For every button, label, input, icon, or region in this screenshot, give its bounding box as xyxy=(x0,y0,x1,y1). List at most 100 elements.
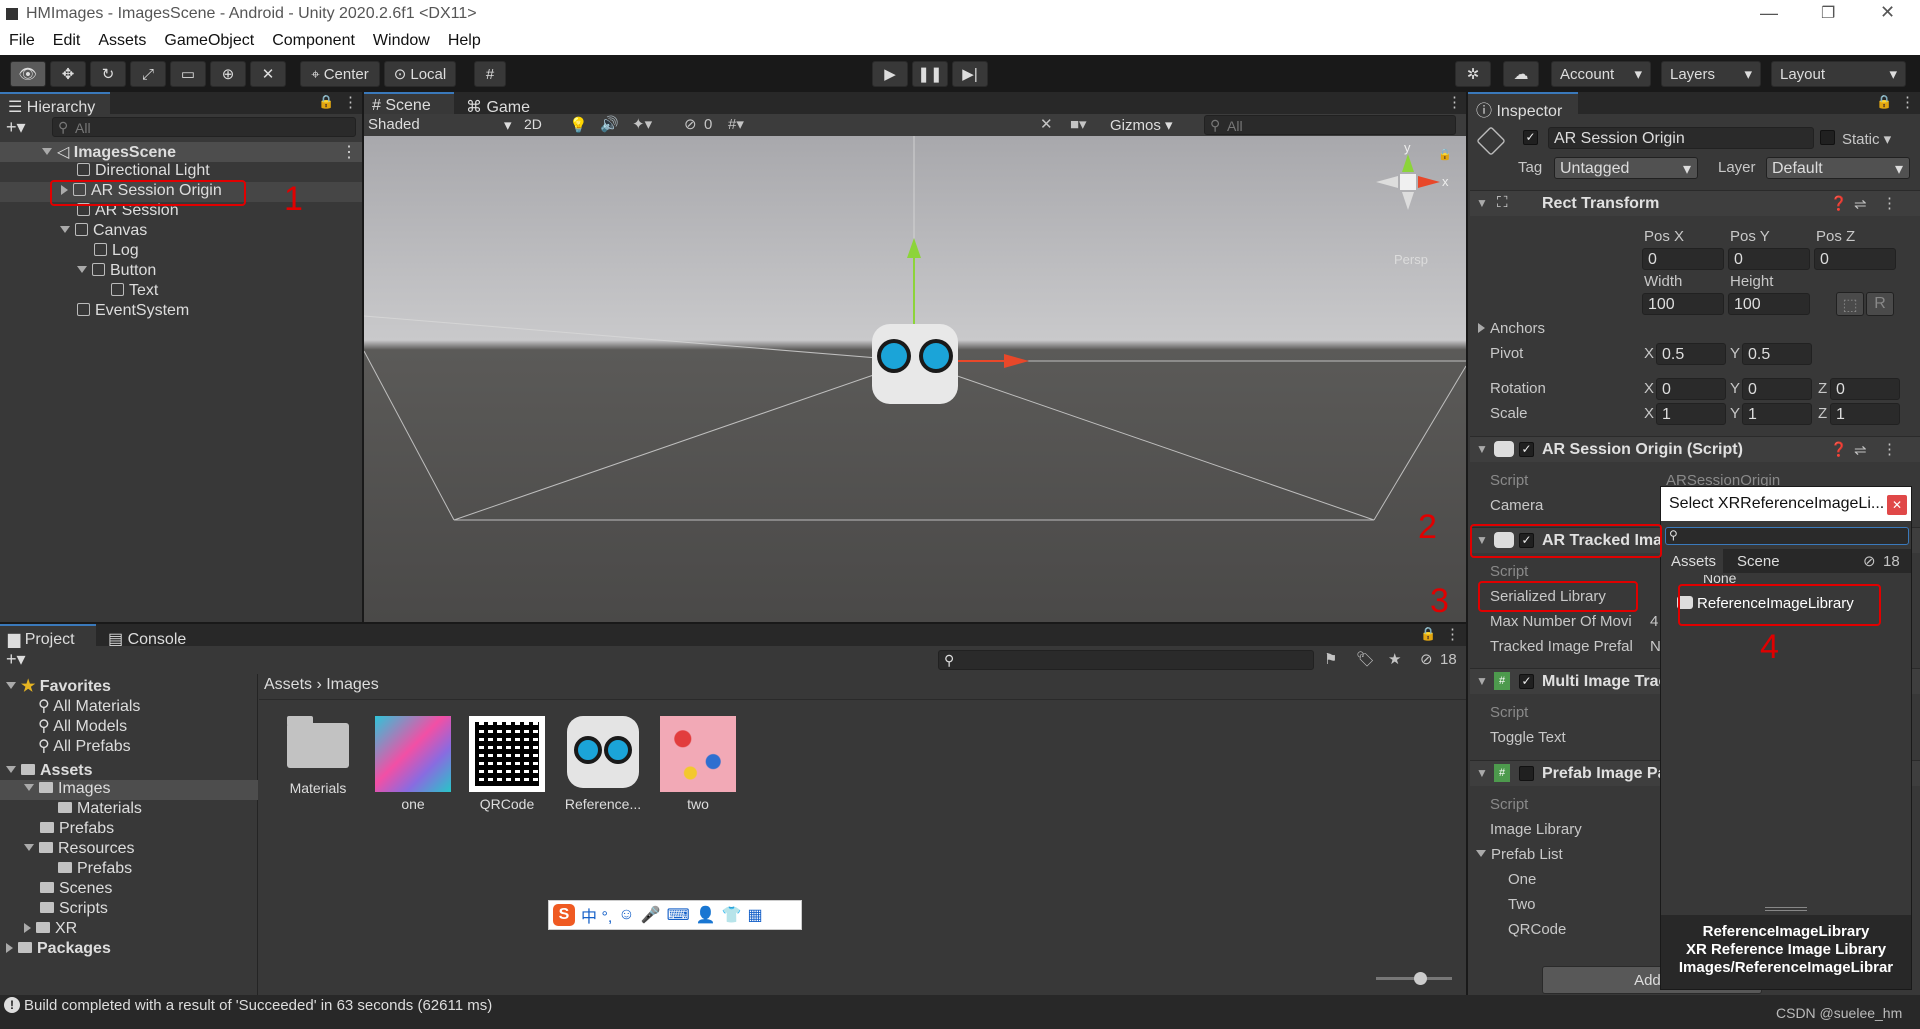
scale-z-field[interactable]: 1 xyxy=(1830,403,1900,425)
asset-one[interactable]: one xyxy=(373,716,453,812)
zoom-slider[interactable] xyxy=(1376,972,1452,985)
pivot-y-field[interactable]: 0.5 xyxy=(1742,343,1812,365)
hierarchy-item-canvas[interactable]: Canvas xyxy=(60,222,147,242)
rect-transform-header[interactable] xyxy=(1470,190,1920,216)
component-enabled-checkbox[interactable]: ✓ xyxy=(1519,674,1534,689)
grid-snap-button[interactable]: # xyxy=(474,61,506,87)
menu-component[interactable]: Component xyxy=(263,30,364,50)
hierarchy-search-input[interactable]: ⚲ All xyxy=(52,117,356,137)
tree-resources[interactable]: Resources xyxy=(24,840,134,860)
hierarchy-item-button[interactable]: Button xyxy=(77,262,156,282)
skin-icon[interactable]: 👕 xyxy=(722,905,742,925)
keyboard-icon[interactable]: ⌨ xyxy=(667,905,690,925)
rotation-z-field[interactable]: 0 xyxy=(1830,378,1900,400)
rect-tool-button[interactable]: ▭ xyxy=(170,61,206,87)
presets-icon[interactable]: ⇌ xyxy=(1854,441,1867,459)
tree-resources-prefabs[interactable]: Prefabs xyxy=(58,860,132,880)
hidden-objects-icon[interactable]: ⊘ xyxy=(684,115,697,133)
layers-dropdown[interactable]: Layers ▾ xyxy=(1661,61,1761,87)
pivot-center-button[interactable]: ⌖ Center xyxy=(300,61,380,87)
grid-icon[interactable]: #▾ xyxy=(728,115,744,133)
prefab-list-foldout[interactable]: Prefab List xyxy=(1476,846,1563,863)
menu-help[interactable]: Help xyxy=(439,30,490,50)
tree-favorite-all-prefabs[interactable]: ⚲ All Prefabs xyxy=(38,736,131,756)
rotation-x-field[interactable]: 0 xyxy=(1656,378,1726,400)
pivot-x-field[interactable]: 0.5 xyxy=(1656,343,1726,365)
active-checkbox[interactable]: ✓ xyxy=(1523,130,1538,145)
filter-type-icon[interactable]: ⚑ xyxy=(1324,650,1337,668)
anchors-foldout[interactable]: Anchors xyxy=(1478,320,1545,337)
effects-icon[interactable]: ✦▾ xyxy=(632,115,652,133)
asset-materials[interactable]: Materials xyxy=(278,716,358,796)
picker-tab-scene[interactable]: Scene xyxy=(1727,549,1791,573)
component-enabled-checkbox[interactable]: ✓ xyxy=(1519,442,1534,457)
tree-assets[interactable]: Assets xyxy=(6,762,92,782)
play-button[interactable]: ▶ xyxy=(872,61,908,87)
user-icon[interactable]: 👤 xyxy=(696,905,716,925)
menu-gameobject[interactable]: GameObject xyxy=(155,30,263,50)
lock-icon[interactable]: 🔒 xyxy=(318,94,334,110)
tab-hierarchy[interactable]: ☰ Hierarchy xyxy=(0,92,110,116)
more-icon[interactable]: ⋮ xyxy=(1445,625,1460,643)
tag-dropdown[interactable]: Untagged ▾ xyxy=(1554,157,1698,179)
menu-assets[interactable]: Assets xyxy=(89,30,155,50)
tree-scripts[interactable]: Scripts xyxy=(40,900,108,920)
project-search-input[interactable]: ⚲ xyxy=(938,650,1314,670)
shading-dropdown[interactable]: Shaded ▾ xyxy=(368,116,518,134)
hierarchy-item-text[interactable]: Text xyxy=(111,282,158,302)
foldout-arrow[interactable]: ▼ xyxy=(1476,674,1488,688)
more-icon[interactable]: ⋮ xyxy=(1882,440,1897,458)
gizmos-dropdown[interactable]: Gizmos ▾ xyxy=(1110,116,1173,134)
services-icon[interactable]: ✲ xyxy=(1455,61,1491,87)
lighting-icon[interactable]: 💡 xyxy=(569,116,588,134)
menu-window[interactable]: Window xyxy=(364,30,439,50)
scene-viewport[interactable]: y x Persp 🔒 xyxy=(364,136,1466,622)
tree-images[interactable]: Images xyxy=(0,780,258,800)
presets-icon[interactable]: ⇌ xyxy=(1854,195,1867,213)
tree-prefabs[interactable]: Prefabs xyxy=(40,820,114,840)
audio-icon[interactable]: 🔊 xyxy=(600,115,619,133)
ime-text[interactable]: 中 °, xyxy=(581,903,612,927)
filter-label-icon[interactable]: 🏷 xyxy=(1356,650,1375,668)
menu-edit[interactable]: Edit xyxy=(44,30,90,50)
more-icon[interactable]: ⋮ xyxy=(343,93,358,111)
tree-images-materials[interactable]: Materials xyxy=(58,800,142,820)
tools-icon[interactable]: ✕ xyxy=(1040,115,1053,133)
lock-icon[interactable]: 🔒 xyxy=(1438,148,1452,161)
more-icon[interactable]: ⋮ xyxy=(1447,93,1462,111)
more-icon[interactable]: ⋮ xyxy=(1900,93,1915,111)
help-icon[interactable]: ❓ xyxy=(1830,195,1847,212)
picker-search-input[interactable]: ⚲ xyxy=(1665,527,1909,545)
zoom-slider-thumb[interactable] xyxy=(1414,972,1427,985)
minimize-icon[interactable]: — xyxy=(1760,3,1778,24)
apps-icon[interactable]: ▦ xyxy=(748,905,763,925)
account-dropdown[interactable]: Account ▾ xyxy=(1551,61,1651,87)
asset-two[interactable]: two xyxy=(658,716,738,812)
picker-tab-assets[interactable]: Assets xyxy=(1661,549,1723,573)
asset-qrcode[interactable]: QRCode xyxy=(467,716,547,812)
tab-console[interactable]: ▤ Console xyxy=(100,624,204,648)
microphone-icon[interactable]: 🎤 xyxy=(641,905,661,925)
component-enabled-checkbox[interactable] xyxy=(1519,766,1534,781)
picker-resize-handle[interactable] xyxy=(1765,907,1807,911)
layout-dropdown[interactable]: Layout ▾ xyxy=(1771,61,1906,87)
close-icon[interactable]: ✕ xyxy=(1887,495,1907,515)
tree-packages[interactable]: Packages xyxy=(6,940,111,960)
close-icon[interactable]: ✕ xyxy=(1880,2,1895,23)
scene-row[interactable]: ◁ ImagesScene ⋮ xyxy=(0,142,362,162)
step-button[interactable]: ▶| xyxy=(952,61,988,87)
scale-tool-button[interactable]: ⤢ xyxy=(130,61,166,87)
transform-tool-button[interactable]: ⊕ xyxy=(210,61,246,87)
max-moving-value[interactable]: 4 xyxy=(1650,613,1658,630)
hidden-packages-icon[interactable]: ⊘ xyxy=(1863,552,1876,570)
rotate-tool-button[interactable]: ↻ xyxy=(90,61,126,87)
pos-y-field[interactable]: 0 xyxy=(1728,248,1810,270)
cloud-icon[interactable]: ☁ xyxy=(1503,61,1539,87)
breadcrumb-assets[interactable]: Assets xyxy=(264,676,312,693)
move-tool-button[interactable]: ✥ xyxy=(50,61,86,87)
help-icon[interactable]: ❓ xyxy=(1830,441,1847,458)
tree-favorite-all-models[interactable]: ⚲ All Models xyxy=(38,716,127,736)
tree-favorite-all-materials[interactable]: ⚲ All Materials xyxy=(38,696,140,716)
scene-search-input[interactable]: ⚲ All xyxy=(1204,115,1456,135)
rotation-y-field[interactable]: 0 xyxy=(1742,378,1812,400)
